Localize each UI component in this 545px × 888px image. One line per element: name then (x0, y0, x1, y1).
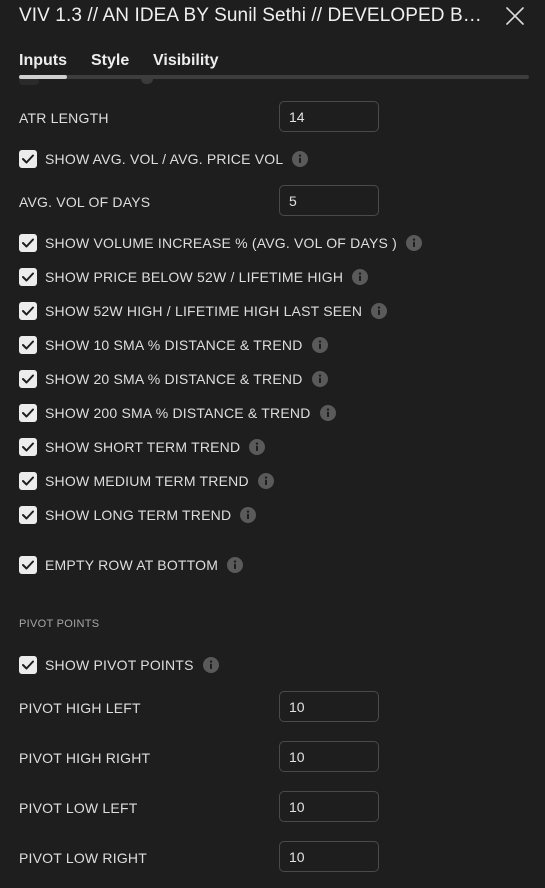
checkbox-checked[interactable] (19, 404, 37, 422)
checkbox-row-price-below[interactable]: SHOW PRICE BELOW 52W / LIFETIME HIGH (19, 266, 369, 288)
pivot-low-left-label: PIVOT LOW LEFT (19, 800, 138, 816)
info-icon[interactable] (292, 151, 309, 167)
dialog-title: VIV 1.3 // AN IDEA BY Sunil Sethi // DEV… (19, 5, 489, 26)
pivot-high-left-label: PIVOT HIGH LEFT (19, 700, 141, 716)
checkbox-label: SHOW AVG. VOL / AVG. PRICE VOL (45, 151, 284, 167)
checkbox-checked[interactable] (19, 656, 37, 674)
checkbox-row-avg-vol[interactable]: SHOW AVG. VOL / AVG. PRICE VOL (19, 148, 309, 170)
checkbox-checked[interactable] (19, 268, 37, 286)
checkbox-label: SHOW 200 SMA % DISTANCE & TREND (45, 405, 311, 421)
pivot-high-right-input[interactable]: 10 (279, 741, 379, 772)
checkbox-checked[interactable] (19, 234, 37, 252)
checkbox-row-52w-high[interactable]: SHOW 52W HIGH / LIFETIME HIGH LAST SEEN (19, 300, 388, 322)
avg-vol-days-input[interactable]: 5 (279, 185, 379, 216)
checkbox-label: SHOW VOLUME INCREASE % (AVG. VOL OF DAYS… (45, 235, 397, 251)
checkbox-label: SHOW LONG TERM TREND (45, 507, 232, 523)
tab-scroll-track[interactable] (19, 75, 529, 79)
info-icon[interactable] (257, 473, 274, 489)
pivot-low-left-input[interactable]: 10 (279, 791, 379, 822)
info-icon[interactable] (311, 371, 328, 387)
checkbox-checked[interactable] (19, 370, 37, 388)
tab-bar: Inputs Style Visibility (0, 48, 545, 78)
info-icon[interactable] (249, 439, 266, 455)
pivot-low-right-label: PIVOT LOW RIGHT (19, 850, 147, 866)
pivot-high-right-label: PIVOT HIGH RIGHT (19, 750, 151, 766)
scrolled-checkbox-edge (19, 79, 39, 85)
info-icon[interactable] (371, 303, 388, 319)
checkbox-checked[interactable] (19, 556, 37, 574)
info-icon[interactable] (202, 657, 219, 673)
checkbox-label: SHOW SHORT TERM TREND (45, 439, 241, 455)
checkbox-checked[interactable] (19, 150, 37, 168)
checkbox-label: SHOW 52W HIGH / LIFETIME HIGH LAST SEEN (45, 303, 363, 319)
info-icon[interactable] (352, 269, 369, 285)
info-icon[interactable] (227, 557, 244, 573)
checkbox-label: SHOW PRICE BELOW 52W / LIFETIME HIGH (45, 269, 344, 285)
checkbox-checked[interactable] (19, 302, 37, 320)
checkbox-checked[interactable] (19, 336, 37, 354)
checkbox-row-20-sma[interactable]: SHOW 20 SMA % DISTANCE & TREND (19, 368, 328, 390)
checkbox-checked[interactable] (19, 506, 37, 524)
info-icon[interactable] (240, 507, 257, 523)
checkbox-label: EMPTY ROW AT BOTTOM (45, 557, 219, 573)
checkbox-row-200-sma[interactable]: SHOW 200 SMA % DISTANCE & TREND (19, 402, 336, 424)
checkbox-label: SHOW 20 SMA % DISTANCE & TREND (45, 371, 303, 387)
tab-visibility[interactable]: Visibility (153, 52, 219, 70)
tab-inputs[interactable]: Inputs (19, 52, 67, 70)
checkbox-label: SHOW 10 SMA % DISTANCE & TREND (45, 337, 303, 353)
checkbox-row-10-sma[interactable]: SHOW 10 SMA % DISTANCE & TREND (19, 334, 328, 356)
pivot-high-left-input[interactable]: 10 (279, 691, 379, 722)
tab-style[interactable]: Style (91, 52, 129, 70)
checkbox-row-medium-term[interactable]: SHOW MEDIUM TERM TREND (19, 470, 274, 492)
checkbox-label: SHOW PIVOT POINTS (45, 657, 194, 673)
section-title-pivot-points: PIVOT POINTS (19, 618, 100, 630)
info-icon[interactable] (319, 405, 336, 421)
checkbox-row-show-pivot-points[interactable]: SHOW PIVOT POINTS (19, 654, 219, 676)
checkbox-label: SHOW MEDIUM TERM TREND (45, 473, 249, 489)
atr-length-input[interactable]: 14 (279, 101, 379, 132)
checkbox-row-volume-increase[interactable]: SHOW VOLUME INCREASE % (AVG. VOL OF DAYS… (19, 232, 422, 254)
scrolled-info-icon-edge (141, 79, 153, 84)
checkbox-row-long-term[interactable]: SHOW LONG TERM TREND (19, 504, 257, 526)
close-icon[interactable] (503, 4, 527, 28)
checkbox-row-short-term[interactable]: SHOW SHORT TERM TREND (19, 436, 266, 458)
info-icon[interactable] (311, 337, 328, 353)
checkbox-checked[interactable] (19, 472, 37, 490)
checkbox-checked[interactable] (19, 438, 37, 456)
dialog-header: VIV 1.3 // AN IDEA BY Sunil Sethi // DEV… (0, 0, 545, 40)
atr-length-label: ATR LENGTH (19, 110, 109, 126)
checkbox-row-empty-row[interactable]: EMPTY ROW AT BOTTOM (19, 554, 244, 576)
pivot-low-right-input[interactable]: 10 (279, 841, 379, 872)
avg-vol-days-label: AVG. VOL OF DAYS (19, 194, 151, 210)
info-icon[interactable] (405, 235, 422, 251)
